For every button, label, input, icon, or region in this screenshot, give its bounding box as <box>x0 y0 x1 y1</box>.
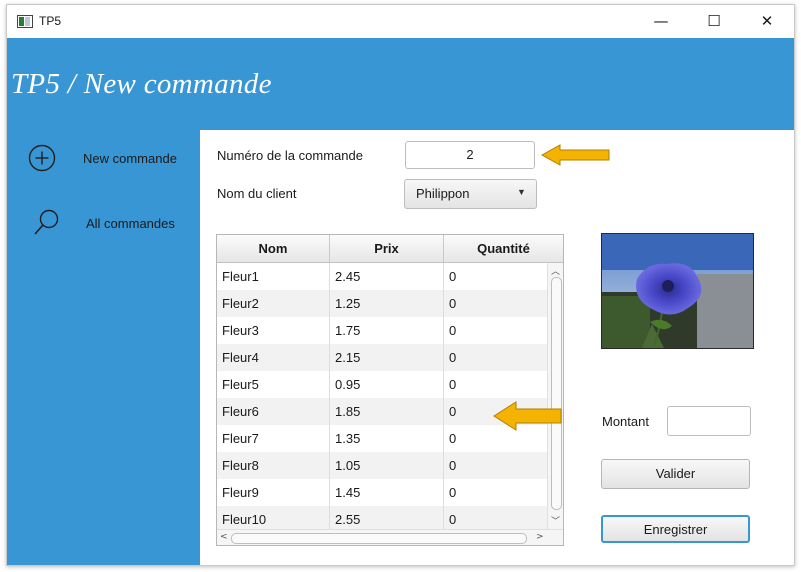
app-window: TP5 — ☐ ✕ TP5 / New commande New command… <box>6 4 795 566</box>
page-title: TP5 / New commande <box>11 68 272 100</box>
cell-nom: Fleur9 <box>217 479 330 506</box>
client-select-value: Philippon <box>416 186 470 201</box>
valider-button[interactable]: Valider <box>601 459 750 489</box>
scroll-right-icon[interactable]: > <box>536 532 544 542</box>
horizontal-scrollbar[interactable]: < > <box>217 529 563 545</box>
sidebar-item-label: All commandes <box>86 216 175 231</box>
scroll-up-icon[interactable]: ︿ <box>551 264 560 277</box>
title-bar[interactable]: TP5 — ☐ ✕ <box>7 5 794 38</box>
cell-quantite[interactable]: 0 <box>444 317 547 344</box>
vertical-scroll-thumb[interactable] <box>551 277 562 510</box>
app-header: TP5 / New commande <box>7 38 794 130</box>
close-button[interactable]: ✕ <box>744 5 790 37</box>
cell-nom: Fleur4 <box>217 344 330 371</box>
sidebar-item-new-commande[interactable]: New commande <box>7 138 200 178</box>
cell-quantite[interactable]: 0 <box>444 452 547 479</box>
cell-quantite[interactable]: 0 <box>444 263 547 290</box>
client-select[interactable]: Philippon ▼ <box>404 179 537 209</box>
cell-quantite[interactable]: 0 <box>444 371 547 398</box>
cell-prix: 1.75 <box>330 317 444 344</box>
search-icon <box>34 209 59 235</box>
cell-nom: Fleur6 <box>217 398 330 425</box>
cell-quantite[interactable]: 0 <box>444 506 547 529</box>
montant-label: Montant <box>602 414 649 429</box>
cell-prix: 1.35 <box>330 425 444 452</box>
cell-prix: 1.05 <box>330 452 444 479</box>
cell-quantite[interactable]: 0 <box>444 344 547 371</box>
cell-nom: Fleur10 <box>217 506 330 529</box>
cell-nom: Fleur2 <box>217 290 330 317</box>
sidebar-item-all-commandes[interactable]: All commandes <box>7 203 200 243</box>
annotation-arrow-icon <box>540 144 610 166</box>
add-circle-icon <box>28 144 56 172</box>
cell-prix: 1.25 <box>330 290 444 317</box>
cell-prix: 0.95 <box>330 371 444 398</box>
main-content: Numéro de la commande 2 Nom du client Ph… <box>200 130 794 565</box>
cell-prix: 2.15 <box>330 344 444 371</box>
cell-nom: Fleur1 <box>217 263 330 290</box>
client-label: Nom du client <box>217 186 297 201</box>
table-row[interactable]: Fleur3 1.75 0 <box>217 317 547 344</box>
table-row[interactable]: Fleur9 1.45 0 <box>217 479 547 506</box>
cell-prix: 1.85 <box>330 398 444 425</box>
app-icon <box>17 15 33 28</box>
annotation-arrow-icon <box>493 401 562 431</box>
table-row[interactable]: Fleur5 0.95 0 <box>217 371 547 398</box>
cell-quantite[interactable]: 0 <box>444 290 547 317</box>
table-row[interactable]: Fleur2 1.25 0 <box>217 290 547 317</box>
scroll-down-icon[interactable]: ﹀ <box>551 514 560 527</box>
montant-field[interactable] <box>667 406 751 436</box>
products-table[interactable]: Nom Prix Quantité Fleur1 2.45 0 Fleur2 1… <box>216 234 564 546</box>
vertical-scrollbar[interactable]: ︿ ﹀ <box>547 263 563 529</box>
column-header-nom[interactable]: Nom <box>217 235 330 262</box>
cell-prix: 1.45 <box>330 479 444 506</box>
order-number-field[interactable]: 2 <box>405 141 535 169</box>
cell-nom: Fleur3 <box>217 317 330 344</box>
sidebar: New commande All commandes <box>7 130 200 565</box>
table-row[interactable]: Fleur4 2.15 0 <box>217 344 547 371</box>
minimize-button[interactable]: — <box>638 5 684 37</box>
table-header: Nom Prix Quantité <box>217 235 563 263</box>
cell-nom: Fleur5 <box>217 371 330 398</box>
horizontal-scroll-thumb[interactable] <box>231 533 527 544</box>
flower-photo <box>601 233 754 349</box>
column-header-prix[interactable]: Prix <box>330 235 444 262</box>
cell-nom: Fleur7 <box>217 425 330 452</box>
cell-quantite[interactable]: 0 <box>444 479 547 506</box>
sidebar-item-label: New commande <box>83 151 177 166</box>
maximize-button[interactable]: ☐ <box>691 5 737 37</box>
enregistrer-button[interactable]: Enregistrer <box>601 515 750 543</box>
table-row[interactable]: Fleur1 2.45 0 <box>217 263 547 290</box>
column-header-quantite[interactable]: Quantité <box>444 235 563 262</box>
chevron-down-icon: ▼ <box>517 187 526 197</box>
window-title: TP5 <box>39 14 62 28</box>
table-row[interactable]: Fleur8 1.05 0 <box>217 452 547 479</box>
order-number-label: Numéro de la commande <box>217 148 363 163</box>
cell-nom: Fleur8 <box>217 452 330 479</box>
cell-prix: 2.45 <box>330 263 444 290</box>
table-body: Fleur1 2.45 0 Fleur2 1.25 0 Fleur3 1.75 … <box>217 263 547 529</box>
scroll-left-icon[interactable]: < <box>220 532 228 542</box>
cell-prix: 2.55 <box>330 506 444 529</box>
table-row[interactable]: Fleur10 2.55 0 <box>217 506 547 529</box>
